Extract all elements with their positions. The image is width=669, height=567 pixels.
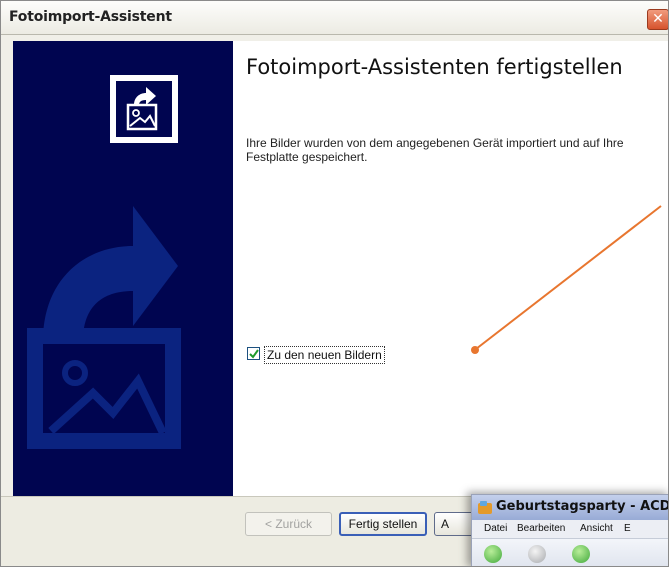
acdsee-icon [478,501,492,514]
up-nav-icon[interactable] [572,545,590,563]
photo-import-icon [110,75,178,143]
wizard-window: Fotoimport-Assistent ✕ Fotoimport-Assist… [0,0,669,567]
menu-datei[interactable]: Datei [484,523,507,534]
open-new-pictures-checkbox[interactable] [247,347,260,360]
wizard-side-panel [13,41,233,496]
acdsee-title: Geburtstagsparty - ACDSee [496,499,669,514]
wizard-content [233,41,668,496]
close-button[interactable]: ✕ [647,9,668,30]
checkmark-icon [249,349,259,359]
menu-extras[interactable]: E [624,523,631,534]
open-new-pictures-label[interactable]: Zu den neuen Bildern [264,346,385,364]
acdsee-window[interactable]: Geburtstagsparty - ACDSee Datei Bearbeit… [471,494,669,566]
page-heading: Fotoimport-Assistenten fertigstellen [246,55,623,79]
back-button[interactable]: < Zurück [245,512,332,536]
acdsee-title-bar[interactable]: Geburtstagsparty - ACDSee [472,495,669,520]
window-title: Fotoimport-Assistent [9,9,172,25]
title-bar[interactable]: Fotoimport-Assistent ✕ [1,1,668,35]
page-description: Ihre Bilder wurden von dem angegebenen G… [246,136,624,164]
acdsee-menu-bar: Datei Bearbeiten Ansicht E [472,520,668,539]
finish-button[interactable]: Fertig stellen [339,512,427,536]
back-nav-icon[interactable] [484,545,502,563]
acdsee-toolbar [472,539,668,566]
menu-ansicht[interactable]: Ansicht [580,523,613,534]
menu-bearbeiten[interactable]: Bearbeiten [517,523,565,534]
forward-nav-icon[interactable] [528,545,546,563]
